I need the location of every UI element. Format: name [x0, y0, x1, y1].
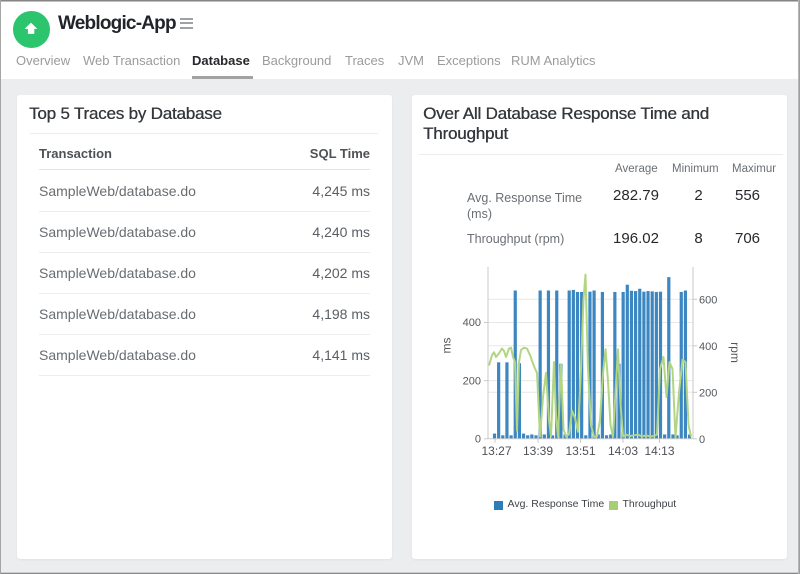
svg-text:600: 600 [699, 294, 717, 306]
svg-text:400: 400 [463, 317, 481, 329]
svg-text:ms: ms [440, 338, 454, 354]
svg-text:200: 200 [463, 375, 481, 387]
svg-text:13:51: 13:51 [565, 444, 595, 458]
svg-text:14:13: 14:13 [644, 444, 674, 458]
svg-text:14:03: 14:03 [608, 444, 638, 458]
svg-text:rpm: rpm [728, 342, 742, 363]
svg-text:0: 0 [475, 434, 481, 446]
svg-text:200: 200 [699, 387, 717, 399]
svg-text:400: 400 [699, 341, 717, 353]
svg-text:0: 0 [699, 434, 705, 446]
svg-text:13:27: 13:27 [481, 444, 511, 458]
svg-text:13:39: 13:39 [523, 444, 553, 458]
